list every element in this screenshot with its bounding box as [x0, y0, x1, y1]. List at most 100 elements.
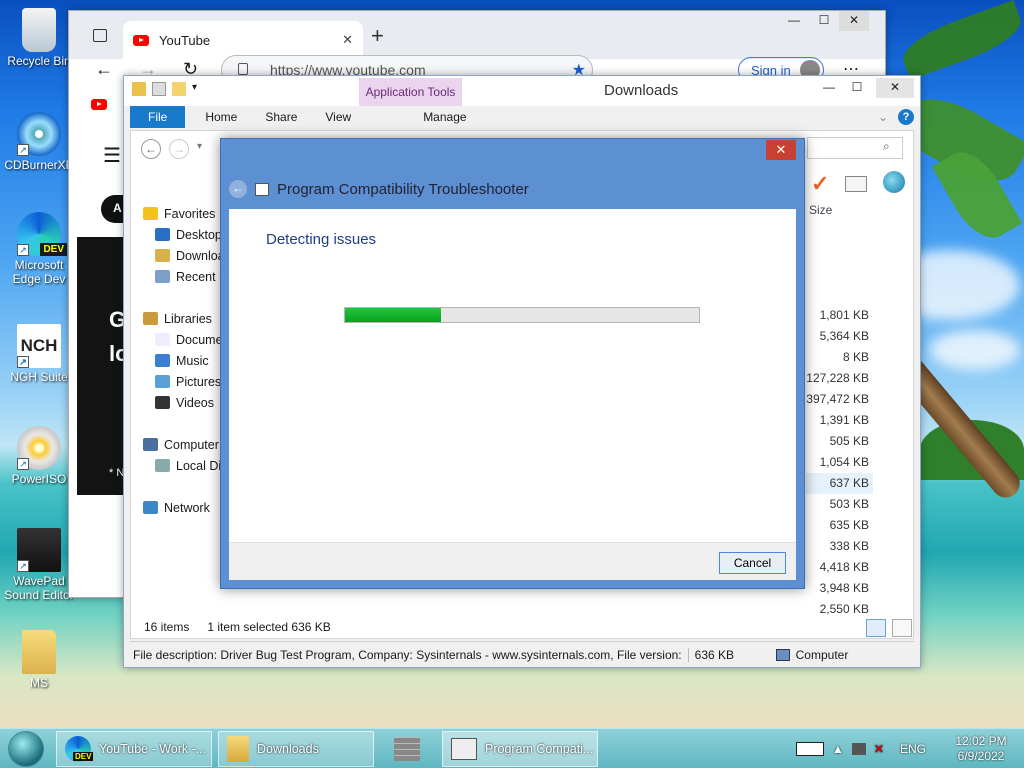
- file-size-cell[interactable]: 1,801 KB: [806, 305, 869, 326]
- desktop-icon-recycle-bin[interactable]: Recycle Bin: [4, 8, 74, 68]
- chevron-down-icon[interactable]: ▾: [197, 141, 202, 152]
- window-title: Downloads: [604, 82, 679, 99]
- file-size-cell[interactable]: 4,418 KB: [806, 557, 869, 578]
- tab-view[interactable]: View: [311, 106, 365, 128]
- libraries-icon: [143, 312, 158, 325]
- file-size-cell[interactable]: 1,391 KB: [806, 410, 869, 431]
- status-row: 16 items 1 item selected 636 KB: [144, 615, 331, 639]
- nav-item-label: Pictures: [176, 374, 222, 389]
- close-icon[interactable]: ✕: [839, 11, 869, 31]
- file-size-cell[interactable]: 5,364 KB: [806, 326, 869, 347]
- videos-icon: [155, 396, 170, 409]
- tab-youtube[interactable]: YouTube ✕: [123, 21, 363, 59]
- desktop-icon-poweriso[interactable]: ↗ PowerISO: [4, 426, 74, 486]
- downloads-icon: [155, 249, 170, 262]
- quick-access-toolbar[interactable]: ▾: [132, 82, 222, 100]
- file-size-cell[interactable]: 338 KB: [806, 536, 869, 557]
- properties-icon[interactable]: [152, 82, 166, 96]
- tab-actions-icon[interactable]: [93, 29, 107, 42]
- edge-dev-icon: DEV ↗: [17, 212, 67, 256]
- forward-icon[interactable]: →: [169, 139, 189, 159]
- dialog-close-button[interactable]: ✕: [766, 140, 796, 160]
- folder-icon[interactable]: [132, 82, 146, 96]
- file-description: File description: Driver Bug Test Progra…: [133, 647, 682, 662]
- disk-icon: [155, 459, 170, 472]
- file-size-cell[interactable]: 127,228 KB: [806, 368, 869, 389]
- detecting-status: Detecting issues: [266, 231, 377, 248]
- file-size-cell[interactable]: 1,054 KB: [806, 452, 869, 473]
- pill-letter: A: [113, 201, 122, 215]
- help-icon[interactable]: ?: [898, 109, 914, 125]
- minimize-icon[interactable]: —: [779, 11, 809, 31]
- new-folder-icon[interactable]: [172, 82, 186, 96]
- tab-manage[interactable]: Manage: [395, 106, 494, 128]
- volume-muted-icon[interactable]: ✕: [874, 742, 884, 756]
- youtube-favicon: [91, 99, 107, 110]
- cancel-button[interactable]: Cancel: [719, 552, 786, 574]
- application-tools-tab: Application Tools: [359, 78, 462, 106]
- maximize-icon[interactable]: ☐: [809, 11, 839, 31]
- desktop-icon-label: CDBurnerXP: [4, 158, 74, 172]
- tab-close-icon[interactable]: ✕: [342, 32, 353, 48]
- search-icon[interactable]: ⌕: [883, 139, 890, 154]
- file-size-cell[interactable]: 397,472 KB: [806, 389, 869, 410]
- file-size-cell[interactable]: 503 KB: [806, 494, 869, 515]
- taskbar-button-edge[interactable]: DEV YouTube - Work -...: [56, 731, 212, 767]
- nch-suite-icon: NCH ↗: [17, 324, 61, 368]
- tab-home[interactable]: Home: [191, 106, 251, 128]
- network-icon[interactable]: [851, 743, 866, 755]
- youtube-icon: [133, 34, 149, 46]
- file-sizes-column: 1,801 KB 5,364 KB 8 KB 127,228 KB 397,472 KB…: [806, 305, 873, 620]
- progress-bar: [344, 307, 700, 323]
- file-size-cell[interactable]: 635 KB: [806, 515, 869, 536]
- system-tray: ▲ ✕ ENG: [796, 729, 926, 768]
- chevron-down-icon[interactable]: ▾: [192, 82, 197, 100]
- column-header-size[interactable]: Size: [809, 203, 832, 217]
- maximize-icon[interactable]: ☐: [842, 78, 872, 98]
- keyboard-icon[interactable]: [796, 742, 824, 756]
- desktop-icon-nch-suite[interactable]: NCH ↗ NGH Suite: [4, 324, 74, 384]
- desktop-icon-ms-folder[interactable]: MS: [4, 630, 74, 690]
- preview-pane-icon[interactable]: [845, 176, 867, 192]
- close-icon[interactable]: ✕: [876, 78, 914, 98]
- computer-icon: [143, 438, 158, 451]
- start-button[interactable]: [8, 731, 44, 767]
- taskbar-button-firewall[interactable]: [394, 737, 420, 761]
- location-label: Computer: [795, 647, 849, 662]
- show-hidden-icons[interactable]: ▲: [832, 742, 844, 756]
- file-size-cell[interactable]: 3,948 KB: [806, 578, 869, 599]
- large-icons-view-icon[interactable]: [892, 619, 912, 637]
- desktop-icon-edge-dev[interactable]: DEV ↗ Microsoft Edge Dev: [4, 212, 74, 286]
- tab-share[interactable]: Share: [251, 106, 311, 128]
- computer-icon: [775, 648, 790, 661]
- file-size-cell[interactable]: 637 KB: [806, 473, 873, 494]
- network-icon: [143, 501, 158, 514]
- troubleshooter-dialog[interactable]: ✕ ← Program Compatibility Troubleshooter…: [220, 138, 805, 589]
- desktop-icon-cdburnerxp[interactable]: ↗ CDBurnerXP: [4, 112, 74, 172]
- browser-tab-strip: YouTube ✕ + — ☐ ✕: [69, 11, 885, 59]
- back-icon[interactable]: ←: [141, 139, 161, 159]
- chevron-down-icon[interactable]: ⌄: [878, 110, 888, 124]
- nav-item-label: Music: [176, 353, 209, 368]
- new-tab-icon[interactable]: +: [371, 23, 384, 49]
- file-size-cell[interactable]: 8 KB: [806, 347, 869, 368]
- taskbar-button-downloads[interactable]: Downloads: [218, 731, 374, 767]
- desktop-icon-label: MS: [30, 676, 48, 690]
- minimize-icon[interactable]: —: [814, 78, 844, 98]
- taskbar-button-troubleshooter[interactable]: Program Compati...: [442, 731, 598, 767]
- language-indicator[interactable]: ENG: [900, 742, 926, 756]
- poweriso-icon: ↗: [17, 426, 61, 470]
- recycle-bin-icon: [22, 8, 56, 52]
- nav-item-label: Network: [164, 500, 210, 515]
- details-view-icon[interactable]: [866, 619, 886, 637]
- folder-icon: [227, 736, 249, 762]
- hamburger-icon[interactable]: ☰: [103, 143, 121, 168]
- back-icon[interactable]: ←: [95, 59, 113, 80]
- nav-item-label: Videos: [176, 395, 214, 410]
- desktop-icon-wavepad[interactable]: ↗ WavePad Sound Editor: [4, 528, 74, 602]
- file-size-cell[interactable]: 2,550 KB: [806, 599, 869, 620]
- back-icon[interactable]: ←: [229, 180, 247, 198]
- clock[interactable]: 12:02 PM 6/9/2022: [950, 734, 1012, 764]
- file-size-cell[interactable]: 505 KB: [806, 431, 869, 452]
- tab-file[interactable]: File: [130, 106, 186, 128]
